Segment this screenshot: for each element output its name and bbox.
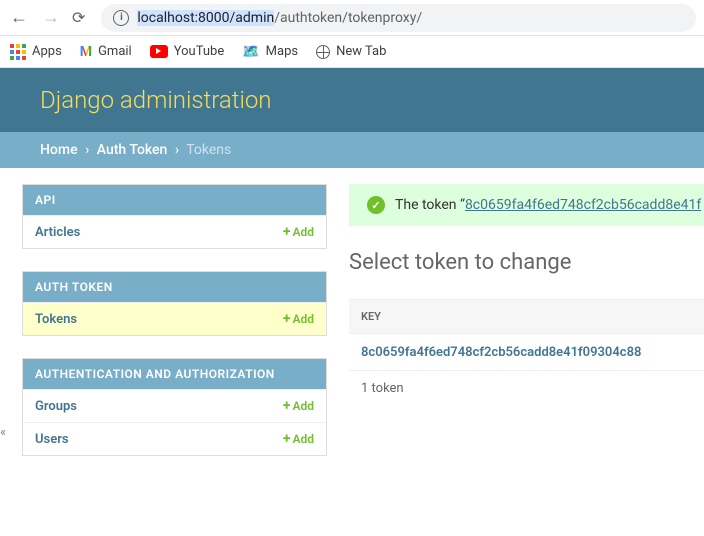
bookmark-newtab[interactable]: New Tab — [316, 44, 386, 59]
gmail-icon: M — [80, 44, 92, 60]
site-info-icon[interactable]: i — [113, 10, 129, 26]
breadcrumb-home[interactable]: Home — [40, 142, 78, 158]
bookmark-label: YouTube — [174, 44, 225, 59]
message-token-link[interactable]: 8c0659fa4f6ed748cf2cb56cadd8e41f — [465, 197, 701, 213]
breadcrumb-app[interactable]: Auth Token — [97, 142, 168, 158]
breadcrumb-current: Tokens — [186, 142, 231, 158]
plus-icon: + — [283, 431, 291, 447]
breadcrumb-sep: › — [175, 142, 179, 158]
globe-icon — [316, 45, 330, 59]
maps-icon: 🗺️ — [242, 44, 259, 60]
paginator: 1 token — [349, 371, 704, 406]
bookmark-maps[interactable]: 🗺️ Maps — [242, 44, 298, 60]
sidebar: API Articles +Add AUTH TOKEN Tokens +Add… — [22, 184, 327, 478]
bookmark-label: Gmail — [98, 44, 132, 59]
breadcrumb-sep: › — [85, 142, 89, 158]
bookmark-label: New Tab — [336, 44, 386, 59]
app-module-auth: AUTHENTICATION AND AUTHORIZATION Groups … — [22, 358, 327, 456]
bookmark-label: Apps — [32, 44, 62, 59]
model-row-articles: Articles +Add — [23, 215, 326, 248]
check-icon: ✓ — [367, 196, 385, 214]
apps-grid-icon — [10, 44, 26, 60]
plus-icon: + — [283, 311, 291, 327]
app-caption[interactable]: AUTH TOKEN — [23, 272, 326, 302]
plus-icon: + — [283, 398, 291, 414]
model-row-groups: Groups +Add — [23, 389, 326, 422]
sidebar-toggle[interactable]: « — [0, 425, 6, 440]
model-link[interactable]: Articles — [35, 225, 80, 240]
model-link[interactable]: Groups — [35, 399, 77, 414]
bookmark-label: Maps — [266, 44, 298, 59]
youtube-icon — [150, 45, 168, 58]
reload-button[interactable]: ⟳ — [72, 8, 85, 27]
model-row-users: Users +Add — [23, 422, 326, 455]
app-caption[interactable]: API — [23, 185, 326, 215]
bookmark-apps[interactable]: Apps — [10, 44, 62, 60]
page-title: Select token to change — [349, 250, 704, 275]
main-content: ✓ The token “8c0659fa4f6ed748cf2cb56cadd… — [349, 184, 704, 406]
address-bar[interactable]: i localhost:8000/admin/authtoken/tokenpr… — [101, 4, 696, 32]
back-button[interactable]: ← — [8, 7, 30, 28]
app-module-api: API Articles +Add — [22, 184, 327, 249]
bookmark-youtube[interactable]: YouTube — [150, 44, 225, 59]
url-text: localhost:8000/admin/authtoken/tokenprox… — [137, 10, 422, 26]
token-key-link[interactable]: 8c0659fa4f6ed748cf2cb56cadd8e41f09304c88 — [361, 345, 641, 360]
add-link[interactable]: +Add — [283, 398, 314, 414]
table-row: 8c0659fa4f6ed748cf2cb56cadd8e41f09304c88 — [349, 334, 704, 371]
add-link[interactable]: +Add — [283, 224, 314, 240]
app-caption[interactable]: AUTHENTICATION AND AUTHORIZATION — [23, 359, 326, 389]
browser-toolbar: ← → ⟳ i localhost:8000/admin/authtoken/t… — [0, 0, 704, 36]
column-header-key[interactable]: KEY — [349, 299, 704, 334]
success-message: ✓ The token “8c0659fa4f6ed748cf2cb56cadd… — [349, 184, 704, 226]
plus-icon: + — [283, 224, 291, 240]
site-title[interactable]: Django administration — [40, 86, 664, 114]
breadcrumb: Home › Auth Token › Tokens — [0, 132, 704, 168]
results-table: KEY 8c0659fa4f6ed748cf2cb56cadd8e41f0930… — [349, 299, 704, 406]
model-link[interactable]: Tokens — [35, 312, 77, 327]
message-text: The token “8c0659fa4f6ed748cf2cb56cadd8e… — [395, 197, 701, 213]
app-module-authtoken: AUTH TOKEN Tokens +Add — [22, 271, 327, 336]
add-link[interactable]: +Add — [283, 311, 314, 327]
model-link[interactable]: Users — [35, 432, 69, 447]
add-link[interactable]: +Add — [283, 431, 314, 447]
bookmark-gmail[interactable]: M Gmail — [80, 44, 132, 60]
forward-button[interactable]: → — [40, 7, 62, 28]
admin-header: Django administration — [0, 68, 704, 132]
bookmarks-bar: Apps M Gmail YouTube 🗺️ Maps New Tab — [0, 36, 704, 68]
model-row-tokens: Tokens +Add — [23, 302, 326, 335]
